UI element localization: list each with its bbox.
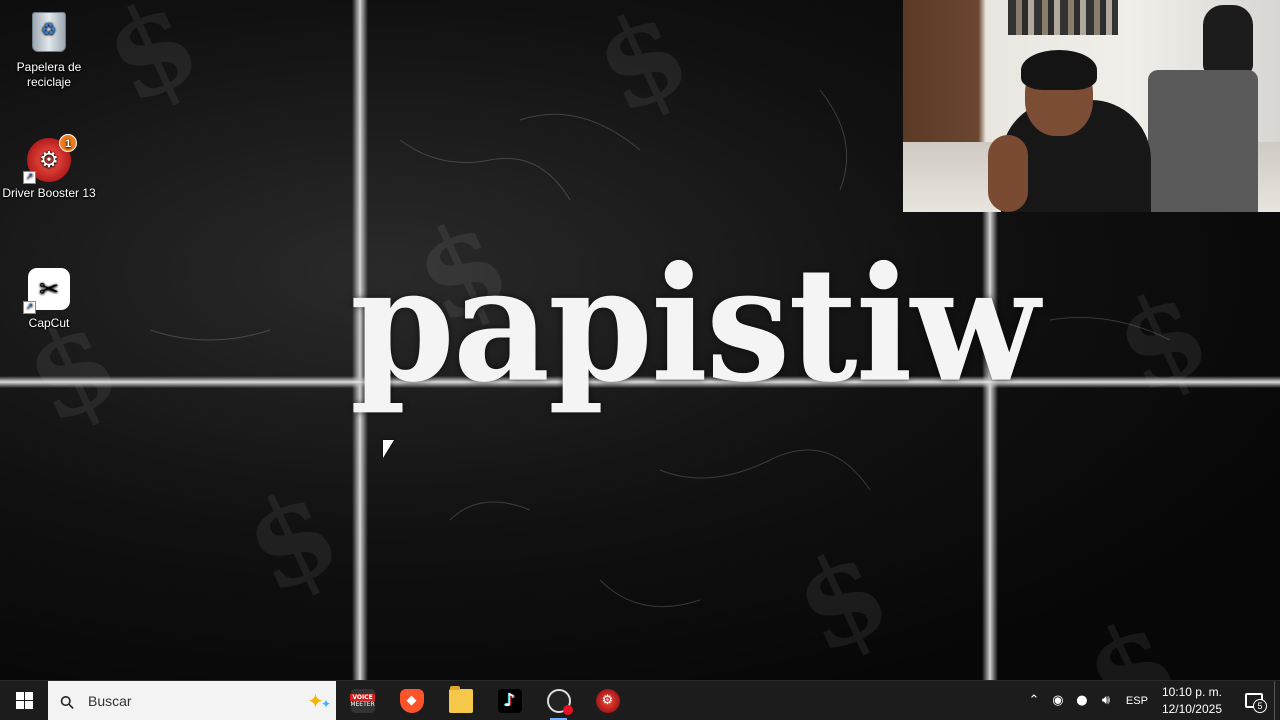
start-button[interactable] [0, 681, 48, 720]
recycle-bin-icon [32, 12, 66, 52]
taskbar-app-file-explorer[interactable] [436, 681, 485, 720]
taskbar-app-brave[interactable]: ◆ [387, 681, 436, 720]
record-icon[interactable]: ◉ [1046, 693, 1070, 708]
taskbar-app-tiktok[interactable]: ♪ [485, 681, 534, 720]
brave-icon: ◆ [399, 688, 424, 713]
windows-logo-icon [15, 692, 33, 709]
taskbar: ⚲ ✦✦ VOICEMEETER ◆ ♪ ⚙ ⌃ [0, 680, 1280, 720]
desktop[interactable]: $ $ $ $ $ $ $ $ papistiw ♻ Papelera de r… [0, 0, 1280, 720]
folder-icon [448, 685, 473, 713]
desktop-icon-recycle-bin[interactable]: Papelera de reciclaje [1, 10, 97, 90]
microphone-icon[interactable]: ● [1070, 693, 1094, 708]
webcam-background [1148, 70, 1258, 212]
chevron-up-icon[interactable]: ⌃ [1022, 693, 1046, 708]
voicemeeter-icon: VOICE MEETER [350, 688, 375, 713]
desktop-icon-capcut[interactable]: ✂ ↗ CapCut [1, 268, 97, 331]
clock[interactable]: 10:10 p. m. 12/10/2025 [1156, 684, 1234, 718]
taskbar-app-obs[interactable] [534, 681, 583, 720]
mouse-cursor [383, 440, 394, 458]
desktop-icon-label: CapCut [28, 316, 70, 330]
taskbar-apps: VOICE MEETER ◆ ♪ ⚙ [338, 681, 632, 720]
webcam-background [1203, 5, 1253, 75]
show-desktop-button[interactable] [1274, 680, 1280, 720]
search-input[interactable] [88, 692, 248, 709]
desktop-icon-label: Papelera de reciclaje [16, 60, 82, 89]
system-tray: ⌃ ◉ ● 🔊︎ ESP 10:10 p. m. 12/10/2025 5 [1022, 680, 1280, 720]
clock-time: 10:10 p. m. [1161, 684, 1222, 699]
shortcut-arrow-icon: ↗ [23, 171, 36, 184]
webcam-person [1021, 50, 1097, 90]
webcam-overlay [903, 0, 1280, 212]
search-highlight-icon: ✦✦ [307, 688, 331, 713]
clock-date: 12/10/2025 [1161, 701, 1222, 716]
desktop-icon-driver-booster[interactable]: ⚙ 1 ↗ Driver Booster 13 [1, 134, 97, 201]
tiktok-icon: ♪ [497, 688, 522, 713]
shortcut-arrow-icon: ↗ [23, 301, 36, 314]
search-icon: ⚲ [55, 690, 80, 715]
webcam-background [1008, 0, 1118, 35]
wallpaper-title: papistiw [350, 232, 1040, 418]
language-indicator[interactable]: ESP [1126, 695, 1148, 707]
notification-badge: 1 [59, 134, 77, 152]
volume-icon[interactable]: 🔊︎ [1094, 693, 1118, 708]
driver-booster-icon: ⚙ [595, 688, 620, 713]
obs-recording-icon [546, 688, 573, 715]
taskbar-app-driver-booster[interactable]: ⚙ [583, 681, 632, 720]
webcam-person [988, 135, 1028, 212]
taskbar-search[interactable]: ⚲ ✦✦ [48, 680, 336, 720]
notification-count: 5 [1253, 698, 1267, 713]
desktop-icon-label: Driver Booster 13 [2, 186, 96, 200]
notification-center-button[interactable]: 5 [1234, 681, 1274, 720]
taskbar-app-voicemeeter[interactable]: VOICE MEETER [338, 681, 387, 720]
